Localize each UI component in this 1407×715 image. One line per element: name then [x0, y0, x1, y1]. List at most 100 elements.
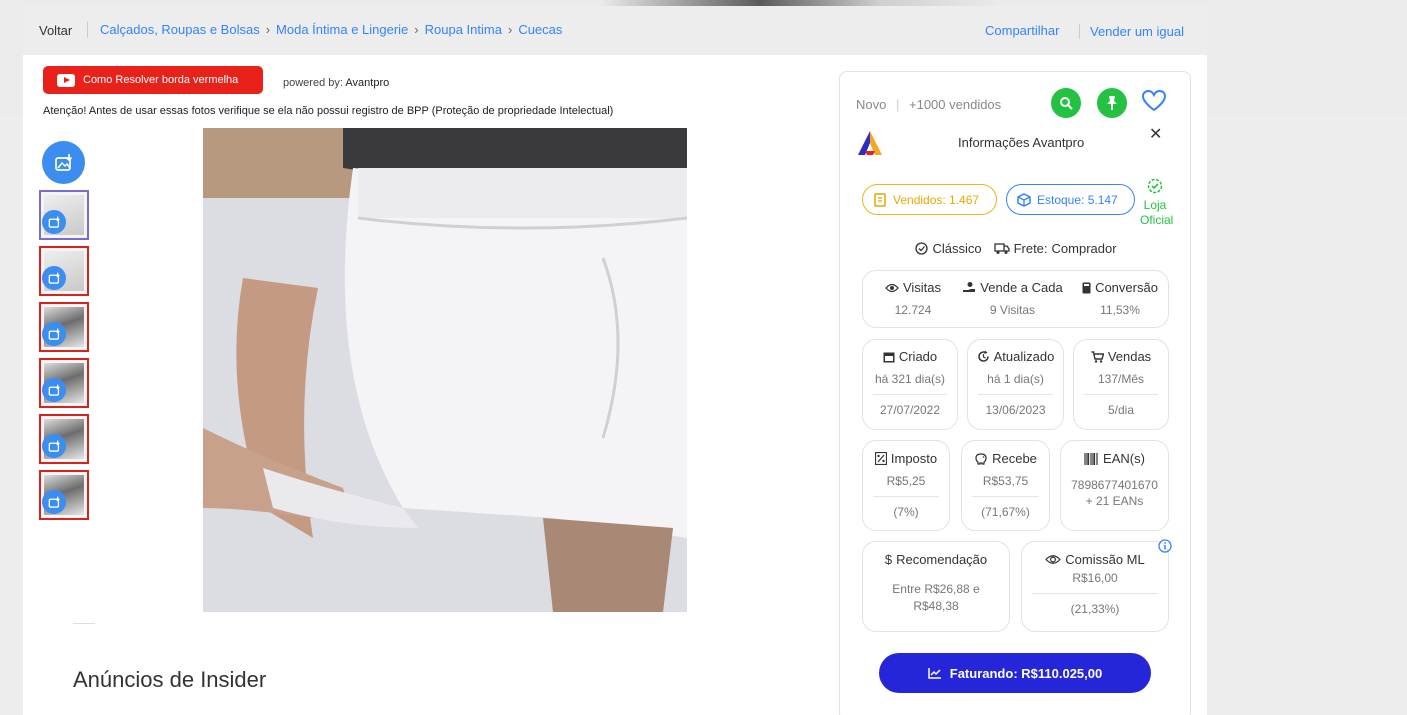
- product-photo-illustration: [203, 128, 687, 612]
- recommendation-label: Recomendação: [896, 552, 988, 567]
- info-button[interactable]: [1158, 539, 1172, 558]
- breadcrumb-separator: [87, 22, 88, 38]
- breadcrumb-item-category[interactable]: Calçados, Roupas e Bolsas: [100, 22, 260, 37]
- updated-card: Atualizado há 1 dia(s) 13/06/2023: [967, 339, 1064, 430]
- verified-check-icon: [1147, 178, 1163, 194]
- ean-title: EAN(s): [1061, 451, 1168, 466]
- conversion-label: Conversão: [1095, 280, 1158, 295]
- official-store-label: Loja Oficial: [1140, 198, 1174, 227]
- official-store-badge: Loja Oficial: [1140, 178, 1174, 228]
- ip-warning-text: Atenção! Antes de usar essas fotos verif…: [43, 105, 614, 117]
- tax-title: Imposto: [863, 451, 949, 466]
- stock-pill: Estoque: 5.147: [1006, 184, 1135, 215]
- tax-percent: (7%): [893, 505, 919, 519]
- download-image-icon: [54, 153, 72, 171]
- thumbnail[interactable]: [39, 414, 89, 464]
- card-divider: [1084, 394, 1158, 395]
- download-thumbnail-button[interactable]: [42, 210, 66, 234]
- breadcrumb-item-section[interactable]: Roupa Intima: [425, 22, 502, 37]
- receive-title: Recebe: [962, 451, 1049, 466]
- barcode-icon: [1084, 452, 1098, 465]
- listing-meta: Clássico Frete: Comprador: [840, 241, 1192, 256]
- download-all-button[interactable]: [42, 141, 85, 184]
- receipt-icon: [874, 192, 886, 207]
- conversion-value: 11,53%: [1100, 303, 1140, 317]
- download-thumbnail-button[interactable]: [42, 434, 66, 458]
- thumbnail[interactable]: [39, 302, 89, 352]
- ean-code: 7898677401670: [1071, 478, 1158, 492]
- sold-count: +1000 vendidos: [909, 97, 1002, 112]
- sales-card: Vendas 137/Mês 5/dia: [1073, 339, 1169, 430]
- commission-value: R$16,00: [1072, 571, 1118, 585]
- download-image-icon: [48, 496, 60, 508]
- visits-title: Visitas: [863, 280, 963, 295]
- favorite-button[interactable]: [1141, 89, 1167, 117]
- breadcrumb-item-subcategory[interactable]: Moda Íntima e Lingerie: [276, 22, 408, 37]
- updated-title: Atualizado: [968, 349, 1063, 364]
- calendar-icon: [883, 352, 895, 362]
- check-circle-icon: [915, 242, 929, 255]
- avantpro-logo-icon: [858, 131, 882, 155]
- revenue-button[interactable]: Faturando: R$110.025,00: [879, 653, 1151, 693]
- download-thumbnail-button[interactable]: [42, 490, 66, 514]
- stats-card: Visitas 12.724 Vende a Cada 9 Visitas Co…: [862, 270, 1169, 328]
- ean-extra: + 21 EANs: [1085, 494, 1144, 508]
- breadcrumb-item-current[interactable]: Cuecas: [518, 22, 562, 37]
- download-image-icon: [48, 216, 60, 228]
- box-icon: [1017, 192, 1031, 207]
- download-thumbnail-button[interactable]: [42, 378, 66, 402]
- sales-per-day: 5/dia: [1107, 403, 1135, 417]
- download-thumbnail-button[interactable]: [42, 322, 66, 346]
- refresh-clock-icon: [977, 350, 989, 362]
- insider-ads-title: Anúncios de Insider: [73, 667, 267, 692]
- card-divider: [873, 394, 947, 395]
- chevron-right-icon: ›: [414, 22, 419, 37]
- thumbnail[interactable]: [39, 246, 89, 296]
- listing-condition: Novo | +1000 vendidos: [856, 97, 1001, 112]
- download-image-icon: [48, 328, 60, 340]
- thumbnail[interactable]: [39, 470, 89, 520]
- thumbnail[interactable]: [39, 190, 89, 240]
- avantpro-panel: Novo | +1000 vendidos Informações Avantp…: [839, 71, 1191, 715]
- sell-same-link[interactable]: Vender um igual: [1090, 24, 1184, 39]
- listing-type: Clássico: [915, 241, 982, 256]
- chart-trend-icon: [928, 668, 941, 679]
- updated-date: 13/06/2023: [985, 403, 1046, 417]
- updated-label: Atualizado: [993, 349, 1055, 364]
- condition-separator: |: [895, 97, 900, 112]
- close-icon[interactable]: ✕: [1149, 124, 1162, 144]
- avantpro-logo: [856, 129, 884, 162]
- powered-by: powered by: Avantpro: [283, 77, 389, 89]
- dollar-icon: $: [884, 552, 893, 567]
- card-divider: [873, 496, 939, 497]
- receive-value: R$53,75: [982, 474, 1029, 488]
- download-thumbnail-button[interactable]: [42, 266, 66, 290]
- eye-icon: [885, 283, 899, 292]
- sells-every-stat: Vende a Cada 9 Visitas: [955, 280, 1070, 317]
- receive-label: Recebe: [992, 451, 1037, 466]
- sales-label: Vendas: [1107, 349, 1152, 364]
- commission-card: Comissão ML R$16,00 (21,33%): [1021, 541, 1169, 632]
- truck-icon: [993, 243, 1010, 254]
- search-button[interactable]: [1051, 88, 1081, 118]
- back-link[interactable]: Voltar: [39, 23, 72, 38]
- youtube-help-label: Como Resolver borda vermelha: [83, 74, 239, 86]
- stock-pill-label: Estoque: 5.147: [1037, 192, 1118, 207]
- updated-ago: há 1 dia(s): [987, 372, 1044, 386]
- shipping-info: Frete: Comprador: [993, 241, 1117, 256]
- commission-title: Comissão ML: [1022, 552, 1168, 567]
- thumbnail[interactable]: [39, 358, 89, 408]
- card-divider: [978, 394, 1053, 395]
- pin-button[interactable]: [1097, 88, 1127, 118]
- share-link[interactable]: Compartilhar: [985, 23, 1059, 38]
- product-main-image[interactable]: [203, 128, 687, 612]
- youtube-help-button[interactable]: Como Resolver borda vermelha: [43, 66, 263, 94]
- info-icon: [1158, 539, 1172, 553]
- info-title: Informações Avantpro: [958, 135, 1085, 150]
- breadcrumb: Calçados, Roupas e Bolsas › Moda Íntima …: [100, 22, 562, 37]
- receive-percent: (71,67%): [981, 505, 1030, 519]
- commission-percent: (21,33%): [1070, 602, 1120, 616]
- shipping-label: Frete:: [1013, 241, 1048, 256]
- powered-by-label: powered by:: [283, 77, 343, 89]
- card-divider: [972, 496, 1039, 497]
